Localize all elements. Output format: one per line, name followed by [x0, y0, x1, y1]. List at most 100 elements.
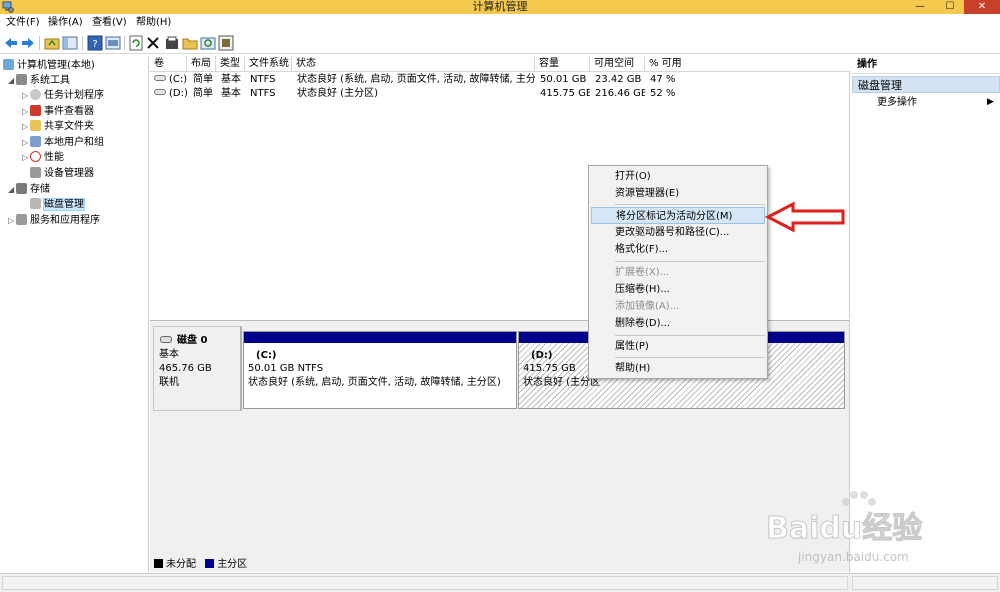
performance-icon [30, 151, 41, 162]
menu-item-help[interactable]: 帮助(H) [591, 360, 765, 377]
tree-item-local-users[interactable]: ▷ 本地用户和组 [22, 135, 104, 150]
window-title: 计算机管理 [472, 0, 528, 13]
tree-item-system-tools[interactable]: ◢ 系统工具 [8, 73, 70, 88]
refresh-icon[interactable] [128, 35, 144, 51]
tree-item-computer-management[interactable]: 计算机管理(本地) [3, 58, 95, 73]
context-menu: 打开(O) 资源管理器(E) 将分区标记为活动分区(M) 更改驱动器号和路径(C… [588, 165, 768, 379]
legend-unallocated: 未分配 [166, 559, 196, 570]
menu-item-delete-volume[interactable]: 删除卷(D)... [591, 315, 765, 332]
help-icon[interactable]: ? [87, 35, 103, 51]
column-header-layout[interactable]: 布局 [187, 56, 216, 72]
show-hide-tree-icon[interactable] [62, 35, 78, 51]
back-icon[interactable] [3, 35, 19, 51]
column-header-type[interactable]: 类型 [216, 56, 245, 72]
column-header-free-space[interactable]: 可用空间 [590, 56, 645, 72]
expand-icon[interactable]: ▷ [8, 213, 16, 228]
expand-icon[interactable]: ▷ [22, 88, 30, 103]
disk-icon [160, 336, 172, 343]
tree-item-event-viewer[interactable]: ▷ 事件查看器 [22, 104, 94, 119]
menu-help[interactable]: 帮助(H) [136, 16, 171, 30]
menu-separator [615, 204, 765, 205]
menu-item-change-drive-letter[interactable]: 更改驱动器号和路径(C)... [591, 224, 765, 241]
cell-status: 状态良好 (系统, 启动, 页面文件, 活动, 故障转储, 主分区) [297, 74, 535, 85]
properties-icon[interactable] [105, 35, 121, 51]
primary-partition-bar [244, 332, 516, 343]
cell-filesystem: NTFS [250, 88, 276, 99]
column-header-volume[interactable]: 卷 [150, 56, 187, 72]
disk-info-box[interactable]: 磁盘 0 基本 465.76 GB 联机 [153, 326, 242, 411]
open-icon[interactable] [182, 35, 198, 51]
toolbar-separator [82, 36, 83, 50]
menu-file[interactable]: 文件(F) [6, 16, 40, 30]
partition-size: 50.01 GB NTFS [248, 363, 324, 374]
event-viewer-icon [30, 105, 41, 116]
cell-filesystem: NTFS [250, 74, 276, 85]
cell-percent-free: 47 % [650, 74, 676, 85]
chevron-right-icon[interactable]: ▶ [987, 96, 994, 109]
shared-folder-icon [30, 120, 41, 131]
tree-item-shared-folders[interactable]: ▷ 共享文件夹 [22, 119, 94, 134]
menu-action[interactable]: 操作(A) [48, 16, 83, 30]
properties-sheet-icon[interactable] [164, 35, 180, 51]
cell-capacity: 50.01 GB [540, 74, 587, 85]
cell-type: 基本 [221, 88, 241, 99]
menu-item-shrink-volume[interactable]: 压缩卷(H)... [591, 281, 765, 298]
partition-c[interactable]: (C:) 50.01 GB NTFS 状态良好 (系统, 启动, 页面文件, 活… [243, 331, 517, 409]
cell-capacity: 415.75 GB [540, 88, 590, 99]
menu-item-explorer[interactable]: 资源管理器(E) [591, 185, 765, 202]
expand-icon[interactable]: ▷ [22, 104, 30, 119]
disk-name: 磁盘 0 [160, 334, 207, 347]
menu-view[interactable]: 查看(V) [92, 16, 127, 30]
tree-item-storage[interactable]: ◢ 存储 [8, 182, 50, 197]
menu-bar: 文件(F) 操作(A) 查看(V) 帮助(H) [0, 14, 1000, 32]
maximize-button[interactable]: ☐ [935, 0, 965, 14]
menu-item-mark-active[interactable]: 将分区标记为活动分区(M) [591, 207, 765, 224]
watermark-url: jingyan.baidu.com [798, 550, 909, 564]
column-header-percent-free[interactable]: % 可用 [645, 56, 850, 72]
watermark-text: Baidu经验 [765, 511, 923, 547]
actions-header: 操作 [852, 56, 1000, 74]
menu-item-open[interactable]: 打开(O) [591, 168, 765, 185]
disk-size: 465.76 GB [159, 363, 212, 374]
svg-text:?: ? [92, 39, 97, 50]
baidu-watermark: Baidu经验 jingyan.baidu.com [758, 490, 958, 570]
up-folder-icon[interactable] [44, 35, 60, 51]
disk-type: 基本 [159, 349, 179, 360]
tree-item-services-apps[interactable]: ▷ 服务和应用程序 [8, 213, 100, 228]
cell-layout: 简单 [193, 74, 213, 85]
search-icon[interactable] [200, 35, 216, 51]
forward-icon[interactable] [20, 35, 36, 51]
tree-item-disk-management[interactable]: 磁盘管理 [30, 197, 85, 212]
toolbar: ? [0, 32, 1000, 54]
users-icon [30, 136, 41, 147]
cell-free-space: 23.42 GB [595, 74, 642, 85]
tree-item-task-scheduler[interactable]: ▷ 任务计划程序 [22, 88, 104, 103]
tree-item-performance[interactable]: ▷ 性能 [22, 150, 64, 165]
cell-layout: 简单 [193, 88, 213, 99]
partition-label: (C:) [256, 350, 277, 361]
menu-item-format[interactable]: 格式化(F)... [591, 241, 765, 258]
column-header-status[interactable]: 状态 [292, 56, 535, 72]
collapse-icon[interactable]: ◢ [8, 182, 16, 197]
expand-icon[interactable]: ▷ [22, 150, 30, 165]
services-icon [16, 214, 27, 225]
column-header-filesystem[interactable]: 文件系统 [245, 56, 292, 72]
delete-icon[interactable] [145, 35, 161, 51]
minimize-button[interactable]: — [905, 0, 935, 14]
export-icon[interactable] [218, 35, 234, 51]
close-button[interactable]: ✕ [964, 0, 1000, 14]
column-header-capacity[interactable]: 容量 [535, 56, 590, 72]
collapse-icon[interactable]: ◢ [8, 73, 16, 88]
menu-item-properties[interactable]: 属性(P) [591, 338, 765, 355]
storage-icon [16, 183, 27, 194]
expand-icon[interactable]: ▷ [22, 135, 30, 150]
navigation-tree: 计算机管理(本地) ◢ 系统工具 ▷ 任务计划程序 ▷ 事件查看器 ▷ 共享文件夹 ▷ 本… [0, 56, 149, 572]
more-actions-link[interactable]: 更多操作 [877, 96, 917, 109]
toolbar-separator [39, 36, 40, 50]
actions-section-disk-management[interactable]: 磁盘管理 [852, 76, 1000, 93]
title-bar: 计算机管理 — ☐ ✕ [0, 0, 1000, 14]
tree-item-device-manager[interactable]: 设备管理器 [30, 166, 94, 181]
device-manager-icon [30, 167, 41, 178]
expand-icon[interactable]: ▷ [22, 119, 30, 134]
cell-status: 状态良好 (主分区) [297, 88, 378, 99]
